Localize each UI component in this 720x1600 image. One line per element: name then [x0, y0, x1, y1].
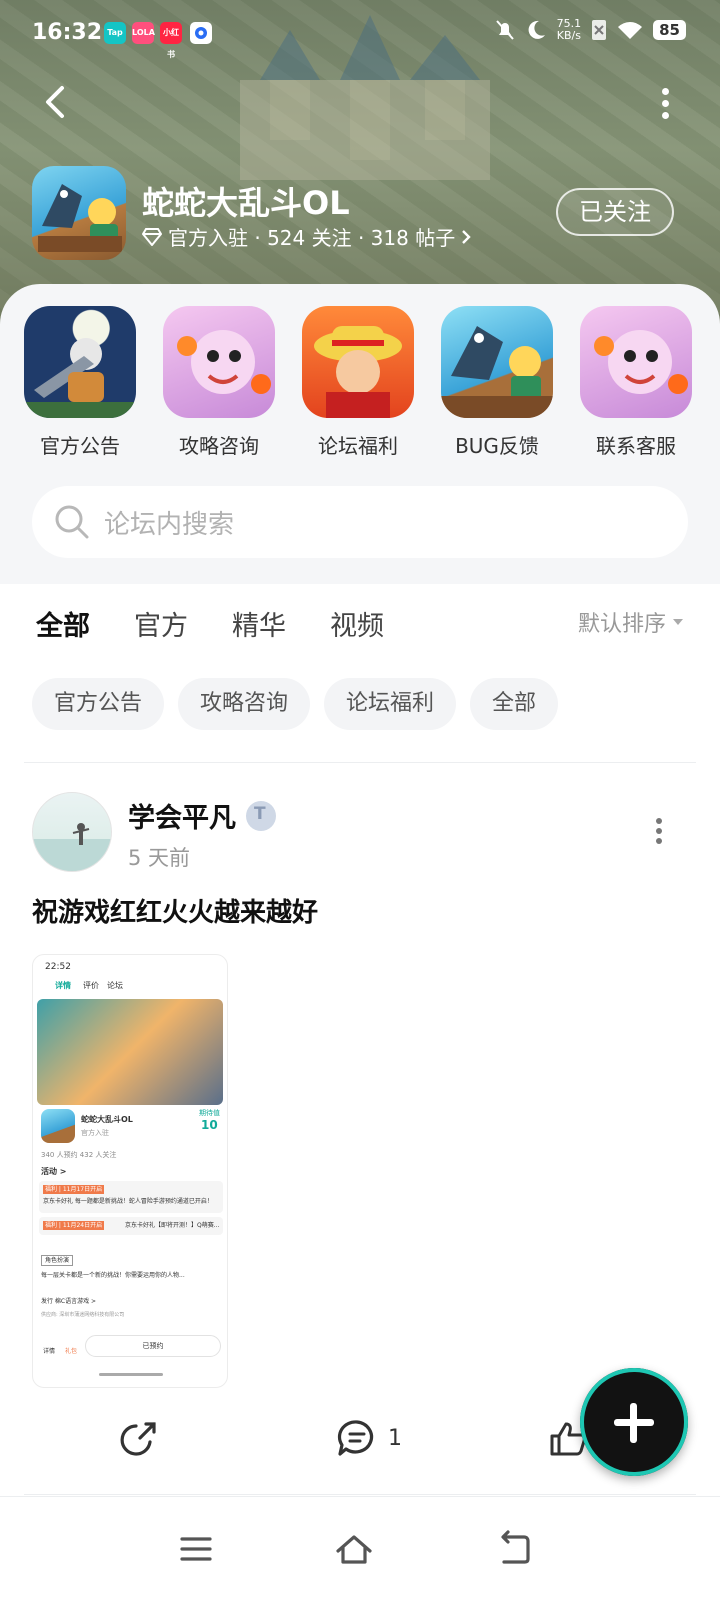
game-icon: [32, 166, 126, 260]
chip-all[interactable]: 全部: [470, 678, 559, 730]
shortcut-row: 官方公告 攻略咨询 论坛福利 BUG反馈 联系客服: [24, 306, 714, 459]
game-meta-text: 官方入驻 · 524 关注 · 318 帖子: [168, 226, 456, 250]
bug-feedback-art-icon: [441, 306, 553, 418]
network-speed: 75.1 KB/s: [556, 17, 582, 42]
customer-service-art-icon: [580, 306, 692, 418]
screenshot-game-icon: [41, 1109, 75, 1143]
wifi-icon: [618, 22, 643, 39]
chip-welfare[interactable]: 论坛福利: [324, 678, 457, 730]
moon-icon: [528, 20, 545, 39]
mute-icon: [495, 20, 514, 40]
user-badge-icon: [246, 800, 276, 831]
avatar[interactable]: [32, 792, 112, 872]
shortcut-label: BUG反馈: [455, 434, 539, 458]
battery-level: 85: [653, 20, 686, 40]
status-time: 16:32: [32, 20, 103, 45]
home-icon[interactable]: [334, 1529, 374, 1569]
share-icon: [120, 1422, 156, 1456]
status-bar: 16:32 Tap LOLA 小红书 75.1 KB/s 85: [0, 0, 720, 66]
comment-icon: [337, 1420, 374, 1456]
nav-divider: [24, 1494, 696, 1495]
sort-label: 默认排序: [577, 612, 666, 637]
post-title[interactable]: 祝游戏红红火火越来越好: [32, 892, 318, 929]
lola-notification-icon: LOLA: [132, 22, 155, 44]
post-more-button[interactable]: [654, 818, 664, 848]
shortcut-panel: 官方公告 攻略咨询 论坛福利 BUG反馈 联系客服 论坛内搜索: [0, 284, 720, 584]
back-nav-icon[interactable]: [494, 1529, 534, 1569]
diamond-icon: [142, 227, 162, 246]
chip-guide[interactable]: 攻略咨询: [178, 678, 311, 730]
announcement-art-icon: [24, 306, 136, 418]
author-name: 学会平凡: [128, 803, 236, 834]
post-image[interactable]: 22:52 详情 评价 论坛 蛇蛇大乱斗OL 官方入驻 期待值 10 340 人…: [32, 954, 228, 1388]
category-chips: 官方公告 攻略咨询 论坛福利 全部: [32, 678, 559, 730]
forum-search-input[interactable]: 论坛内搜索: [32, 486, 688, 558]
shortcut-label: 攻略咨询: [179, 434, 259, 458]
welfare-art-icon: [302, 306, 414, 418]
create-post-button[interactable]: [580, 1368, 688, 1476]
shortcut-official-announcement[interactable]: 官方公告: [24, 306, 136, 459]
system-nav-bar: [0, 1496, 720, 1600]
post-author[interactable]: 学会平凡: [128, 796, 276, 835]
share-button[interactable]: [120, 1418, 160, 1458]
taptap-notification-icon: Tap: [104, 22, 126, 44]
sim-off-icon: [592, 20, 607, 40]
shortcut-welfare[interactable]: 论坛福利: [302, 306, 414, 459]
shortcut-bug-feedback[interactable]: BUG反馈: [441, 306, 553, 459]
chevron-right-icon: [462, 229, 471, 244]
shortcut-guide[interactable]: 攻略咨询: [163, 306, 275, 459]
feed-tabs: 全部 官方 精华 视频: [36, 604, 384, 645]
shortcut-label: 官方公告: [40, 434, 120, 458]
shortcut-label: 论坛福利: [318, 434, 398, 458]
app-notification-icon: [190, 22, 212, 44]
status-right: 75.1 KB/s 85: [495, 18, 686, 42]
search-icon: [55, 505, 89, 539]
tab-featured[interactable]: 精华: [232, 604, 286, 643]
follow-button[interactable]: 已关注: [556, 188, 674, 236]
sort-dropdown[interactable]: 默认排序: [578, 606, 684, 638]
section-divider: [24, 762, 696, 763]
header-banner: 16:32 Tap LOLA 小红书 75.1 KB/s 85 蛇蛇大乱斗OL …: [0, 0, 720, 330]
comment-button[interactable]: 1: [336, 1418, 402, 1458]
shortcut-label: 联系客服: [596, 434, 676, 458]
tab-official[interactable]: 官方: [134, 604, 188, 643]
more-menu-button[interactable]: [658, 88, 672, 119]
game-meta-link[interactable]: 官方入驻 · 524 关注 · 318 帖子: [142, 222, 471, 251]
menu-icon[interactable]: [176, 1529, 216, 1569]
guide-art-icon: [163, 306, 275, 418]
shortcut-customer-service[interactable]: 联系客服: [580, 306, 692, 459]
back-button[interactable]: [36, 82, 76, 122]
tab-video[interactable]: 视频: [330, 604, 384, 643]
search-placeholder: 论坛内搜索: [104, 509, 235, 540]
xiaohongshu-notification-icon: 小红书: [160, 22, 182, 59]
screenshot-banner-art: [37, 999, 223, 1105]
tab-all[interactable]: 全部: [36, 604, 90, 645]
game-name: 蛇蛇大乱斗OL: [142, 184, 350, 222]
comment-count: 1: [388, 1425, 402, 1451]
post-time: 5 天前: [128, 846, 191, 870]
caret-down-icon: [673, 619, 683, 625]
chip-official-announcement[interactable]: 官方公告: [32, 678, 165, 730]
forum-page: 16:32 Tap LOLA 小红书 75.1 KB/s 85 蛇蛇大乱斗OL …: [0, 0, 720, 1600]
